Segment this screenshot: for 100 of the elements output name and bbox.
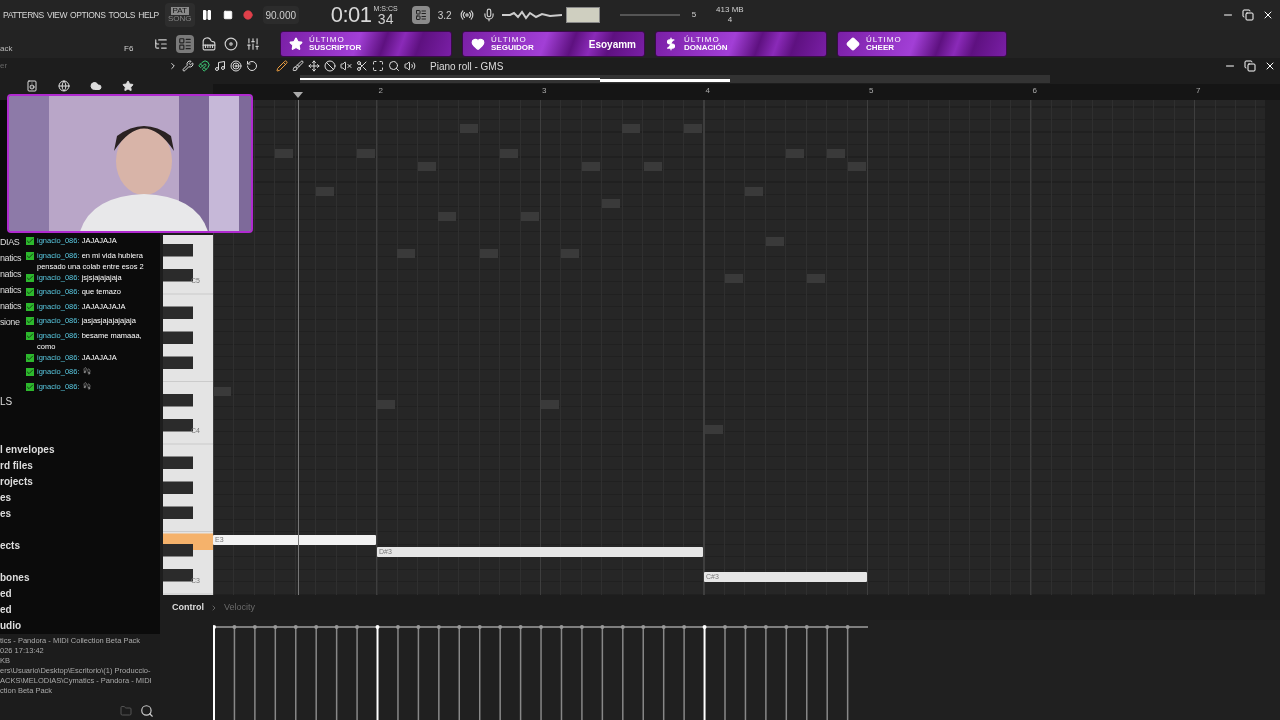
delete-icon[interactable]: [324, 60, 336, 72]
browser-item[interactable]: natics: [0, 266, 22, 282]
speaker-icon[interactable]: [26, 80, 38, 92]
pat-label: PAT: [170, 7, 189, 15]
playlist-icon[interactable]: [154, 37, 168, 51]
menu-item[interactable]: PATTERNS: [3, 8, 44, 22]
banner-title: SUSCRIPTOR: [309, 44, 362, 52]
bar-number: 5: [868, 86, 875, 96]
undo-icon[interactable]: [246, 60, 258, 72]
mute-icon[interactable]: [340, 60, 352, 72]
zoom-icon[interactable]: [388, 60, 400, 72]
window-title: Piano roll - GMS: [430, 59, 504, 74]
bar-number: 4: [704, 86, 711, 96]
dollar-icon: [664, 37, 678, 51]
banner-username: Esoyamm: [588, 37, 636, 52]
banner-title: SEGUIDOR: [491, 44, 534, 52]
browser-item[interactable]: ects: [0, 538, 160, 554]
chevron-icon: [210, 603, 218, 612]
brush-icon[interactable]: [292, 60, 304, 72]
time-centiseconds: 34: [377, 12, 394, 26]
checkbox-icon: [26, 331, 34, 340]
target-icon[interactable]: [230, 60, 242, 72]
menu-item[interactable]: TOOLS: [108, 8, 136, 22]
browser-item[interactable]: natics: [0, 250, 22, 266]
mixer-icon[interactable]: [246, 37, 260, 51]
browser-item[interactable]: DIAS: [0, 234, 20, 250]
wave-icon[interactable]: [459, 8, 474, 22]
waveform-drawing: [501, 10, 562, 20]
piano-icon[interactable]: [202, 37, 216, 51]
wrench-icon[interactable]: [182, 60, 194, 72]
polyphony-value: 4: [727, 15, 733, 25]
banner-caption: ÚLTIMO: [866, 36, 902, 44]
time-display: 0:01: [330, 4, 372, 26]
browser-title: ack: [0, 43, 14, 55]
emote-icon: [82, 381, 91, 390]
bar-number: 6: [1031, 86, 1038, 96]
star-icon[interactable]: [122, 80, 134, 92]
checkbox-icon: [26, 382, 34, 391]
checkbox-icon: [26, 302, 34, 311]
snap-value[interactable]: 3.2: [437, 7, 452, 23]
checkbox-icon: [26, 273, 34, 282]
cpu-value: 5: [691, 9, 697, 21]
magnet-icon[interactable]: [198, 60, 210, 72]
microphone-icon[interactable]: [481, 8, 496, 22]
heart-icon: [471, 37, 485, 51]
scroll-bar[interactable]: [300, 75, 1050, 83]
restore-icon[interactable]: [1244, 60, 1256, 72]
banner-title: CHEER: [866, 44, 895, 52]
shortcut-label: F6: [124, 43, 135, 55]
pause-icon[interactable]: [200, 9, 213, 21]
record-icon[interactable]: [242, 10, 253, 20]
search-icon[interactable]: [140, 704, 154, 718]
browser-item[interactable]: rojects: [0, 474, 160, 490]
checkbox-icon: [26, 353, 34, 362]
browser-item[interactable]: natics: [0, 282, 22, 298]
globe-icon[interactable]: [58, 80, 70, 92]
emote-icon: [82, 367, 91, 375]
checkbox-icon: [26, 288, 34, 296]
bar-number: 3: [541, 86, 548, 96]
diamond-icon: [846, 37, 860, 51]
stop-icon[interactable]: [222, 10, 233, 20]
browser-item[interactable]: ed: [0, 602, 160, 618]
checkbox-icon: [26, 368, 34, 376]
browser-item[interactable]: ed: [0, 586, 160, 602]
banner-caption: ÚLTIMO: [309, 36, 346, 44]
menu-item[interactable]: HELP: [138, 8, 159, 22]
browser-item[interactable]: es: [0, 506, 160, 522]
menu-item[interactable]: VIEW: [46, 8, 67, 22]
scissors-icon[interactable]: [356, 60, 368, 72]
browser-item[interactable]: natics: [0, 298, 22, 314]
piano-keyboard[interactable]: [163, 235, 213, 595]
pat-song-toggle[interactable]: PAT SONG: [164, 3, 195, 27]
pencil-icon[interactable]: [276, 60, 288, 72]
bar-number: 2: [377, 86, 384, 96]
checkbox-icon: [26, 237, 34, 245]
memory-value: 413 MB: [716, 5, 744, 15]
browser-item[interactable]: bones: [0, 570, 160, 586]
restore-icon[interactable]: [1242, 9, 1254, 21]
level-meter: [565, 7, 600, 23]
select-icon[interactable]: [372, 60, 384, 72]
note-icon[interactable]: [214, 60, 226, 72]
browser-item[interactable]: udio: [0, 618, 160, 634]
menu-item[interactable]: OPTIONS: [70, 8, 106, 22]
checkbox-icon: [26, 317, 34, 325]
cloud-icon[interactable]: [90, 80, 102, 92]
playhead-marker-icon[interactable]: [293, 92, 303, 98]
browser-item[interactable]: LS: [0, 394, 160, 410]
browser-item[interactable]: l envelopes: [0, 442, 160, 458]
song-label: SONG: [168, 15, 192, 23]
control-label[interactable]: Control: [172, 600, 210, 615]
close-icon[interactable]: [1262, 9, 1274, 21]
speaker-icon[interactable]: [404, 60, 416, 72]
browser-item[interactable]: sione: [0, 314, 20, 330]
tempo-display[interactable]: 90.000: [262, 6, 299, 24]
browser-item[interactable]: rd files: [0, 458, 160, 474]
star-icon: [289, 37, 303, 51]
close-icon[interactable]: [1264, 60, 1276, 72]
banner-caption: ÚLTIMO: [491, 36, 528, 44]
browser-item[interactable]: es: [0, 490, 160, 506]
checkbox-icon: [26, 251, 34, 260]
